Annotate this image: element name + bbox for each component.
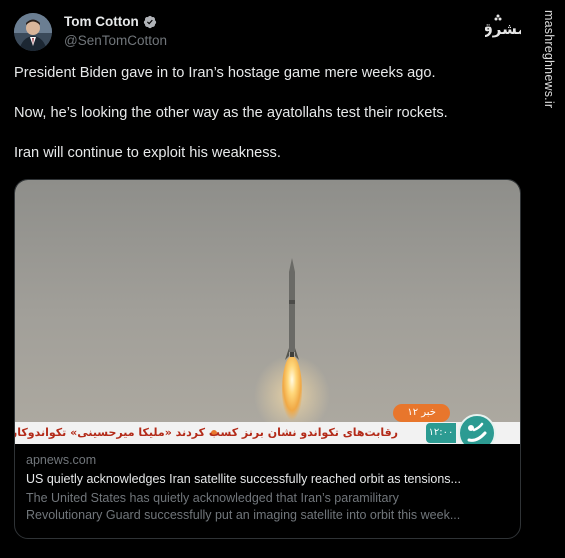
card-domain: apnews.com (26, 453, 97, 467)
card-meta: apnews.com US quietly acknowledges Iran … (15, 444, 520, 524)
display-name[interactable]: Tom Cotton (64, 14, 139, 29)
ticker-date: خبر ۱۲ (393, 404, 450, 422)
link-card[interactable]: خبر ۱۲ رقابت‌های تکواندو نشان برنز کسب ک… (14, 179, 521, 539)
tweet-paragraph: President Biden gave in to Iran’s hostag… (14, 65, 436, 81)
rocket-flame (282, 356, 302, 424)
card-description-line: Revolutionary Guard successfully put an … (26, 508, 461, 522)
verified-badge-icon (143, 15, 156, 28)
mashregh-logo-icon: مشرق (485, 14, 521, 38)
user-handle[interactable]: @SenTomCotton (64, 33, 167, 48)
author-info: Tom Cotton @SenTomCotton (64, 14, 167, 48)
card-description: The United States has quietly acknowledg… (26, 490, 509, 524)
card-description-line: The United States has quietly acknowledg… (26, 491, 399, 505)
ticker-time: ۱۲:۰۰ (426, 423, 456, 443)
watermark-text: mashreghnews.ir (542, 10, 556, 109)
news-ticker-text: رقابت‌های تکواندو نشان برنز کسب کردند «م… (15, 426, 398, 439)
tweet-text: President Biden gave in to Iran’s hostag… (14, 63, 494, 183)
tweet-paragraph: Iran will continue to exploit his weakne… (14, 145, 281, 161)
tweet-paragraph: Now, he’s looking the other way as the a… (14, 105, 448, 121)
avatar-image (14, 13, 52, 51)
channel-logo-icon (458, 414, 496, 444)
card-headline[interactable]: US quietly acknowledges Iran satellite s… (26, 472, 509, 486)
tweet-header: Tom Cotton @SenTomCotton (14, 13, 167, 51)
avatar[interactable] (14, 13, 52, 51)
card-media[interactable]: خبر ۱۲ رقابت‌های تکواندو نشان برنز کسب ک… (15, 180, 520, 444)
watermark: mashreghnews.ir (542, 10, 559, 122)
mashregh-logo-text: مشرق (485, 20, 521, 38)
name-row: Tom Cotton (64, 14, 167, 29)
